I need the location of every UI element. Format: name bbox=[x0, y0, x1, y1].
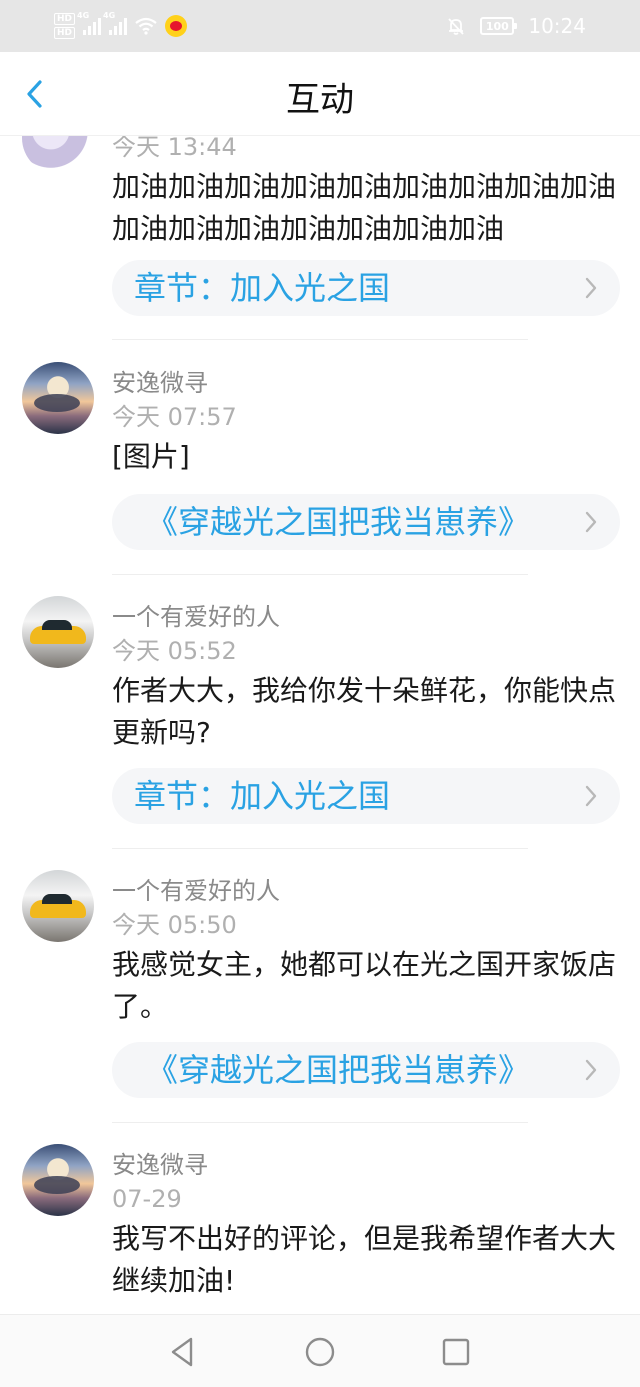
avatar[interactable] bbox=[22, 136, 94, 174]
card-label: 《穿越光之国把我当崽养》 bbox=[146, 1051, 531, 1089]
list-item: 今天 13:44 加油加油加油加油加油加油加油加油加油加油加油加油加油加油加油加… bbox=[0, 136, 640, 352]
list-item: 安逸微寻 07-29 我写不出好的评论，但是我希望作者大大继续加油! bbox=[0, 1144, 640, 1314]
page-title: 互动 bbox=[286, 80, 354, 120]
interaction-list[interactable]: 今天 13:44 加油加油加油加油加油加油加油加油加油加油加油加油加油加油加油加… bbox=[0, 136, 640, 1314]
comment-time: 今天 13:44 bbox=[112, 136, 237, 161]
list-item: 一个有爱好的人 今天 05:52 作者大大，我给你发十朵鲜花，你能快点更新吗? … bbox=[0, 596, 640, 870]
card-label: 章节：加入光之国 bbox=[134, 269, 391, 307]
card-label: 章节：加入光之国 bbox=[134, 777, 391, 815]
chapter-link-card[interactable]: 章节：加入光之国 bbox=[112, 260, 620, 316]
status-left: HD HD 4G 4G bbox=[54, 8, 188, 44]
comment-text: 加油加油加油加油加油加油加油加油加油加油加油加油加油加油加油加油 bbox=[112, 170, 617, 245]
card-label: 《穿越光之国把我当崽养》 bbox=[146, 503, 531, 541]
comment-time: 今天 07:57 bbox=[112, 403, 237, 431]
comment-time: 今天 05:50 bbox=[112, 911, 237, 939]
wifi-icon bbox=[135, 17, 157, 35]
hd-badge-2: HD bbox=[54, 27, 76, 39]
avatar[interactable] bbox=[22, 362, 94, 434]
list-item: 安逸微寻 今天 07:57 [图片] 《穿越光之国把我当崽养》 bbox=[0, 362, 640, 596]
chevron-right-icon bbox=[585, 277, 597, 299]
chapter-link-card[interactable]: 章节：加入光之国 bbox=[112, 768, 620, 824]
hd-badges: HD HD bbox=[54, 13, 76, 39]
hd-badge-1: HD bbox=[54, 13, 76, 25]
comment-author[interactable]: 一个有爱好的人 bbox=[112, 602, 280, 632]
app-header: 互动 bbox=[0, 52, 640, 136]
book-link-card[interactable]: 《穿越光之国把我当崽养》 bbox=[112, 494, 620, 550]
status-time: 10:24 bbox=[528, 14, 586, 38]
comment-text: 我感觉女主，她都可以在光之国开家饭店了。 bbox=[112, 948, 617, 1023]
comment-time: 07-29 bbox=[112, 1185, 182, 1213]
chevron-right-icon bbox=[585, 511, 597, 533]
divider bbox=[112, 574, 528, 575]
network-type-1: 4G bbox=[77, 11, 90, 20]
comment-text: 我写不出好的评论，但是我希望作者大大继续加油! bbox=[112, 1222, 617, 1297]
system-nav-bar bbox=[0, 1314, 640, 1387]
chevron-right-icon bbox=[585, 1059, 597, 1081]
avatar[interactable] bbox=[22, 870, 94, 942]
chevron-right-icon bbox=[585, 785, 597, 807]
status-bar: HD HD 4G 4G 100 10:24 bbox=[0, 0, 640, 52]
comment-time: 今天 05:52 bbox=[112, 637, 237, 665]
comment-text: [图片] bbox=[112, 440, 190, 473]
weibo-app-icon bbox=[165, 15, 188, 37]
network-type-2: 4G bbox=[103, 11, 116, 20]
comment-author[interactable]: 一个有爱好的人 bbox=[112, 876, 280, 906]
mute-bell-icon bbox=[448, 18, 465, 35]
divider bbox=[112, 848, 528, 849]
comment-author[interactable]: 安逸微寻 bbox=[112, 368, 208, 398]
home-circle-icon[interactable] bbox=[303, 1335, 337, 1369]
divider bbox=[112, 1122, 528, 1123]
book-link-card[interactable]: 《穿越光之国把我当崽养》 bbox=[112, 1042, 620, 1098]
battery-level: 100 bbox=[485, 19, 509, 33]
comment-author[interactable]: 安逸微寻 bbox=[112, 1150, 208, 1180]
divider bbox=[112, 339, 528, 340]
status-right: 100 10:24 bbox=[446, 8, 586, 44]
avatar[interactable] bbox=[22, 596, 94, 668]
avatar[interactable] bbox=[22, 1144, 94, 1216]
back-triangle-icon[interactable] bbox=[166, 1335, 200, 1369]
signal-icon-2: 4G bbox=[103, 11, 128, 35]
comment-text: 作者大大，我给你发十朵鲜花，你能快点更新吗? bbox=[112, 674, 617, 749]
app-screen: HD HD 4G 4G 100 10:24 互动 今天 13:44 加油加油加油… bbox=[0, 0, 640, 1387]
battery-icon: 100 bbox=[480, 17, 518, 35]
signal-icon: 4G bbox=[77, 11, 102, 35]
list-item: 一个有爱好的人 今天 05:50 我感觉女主，她都可以在光之国开家饭店了。 《穿… bbox=[0, 870, 640, 1144]
recents-square-icon[interactable] bbox=[439, 1335, 473, 1369]
